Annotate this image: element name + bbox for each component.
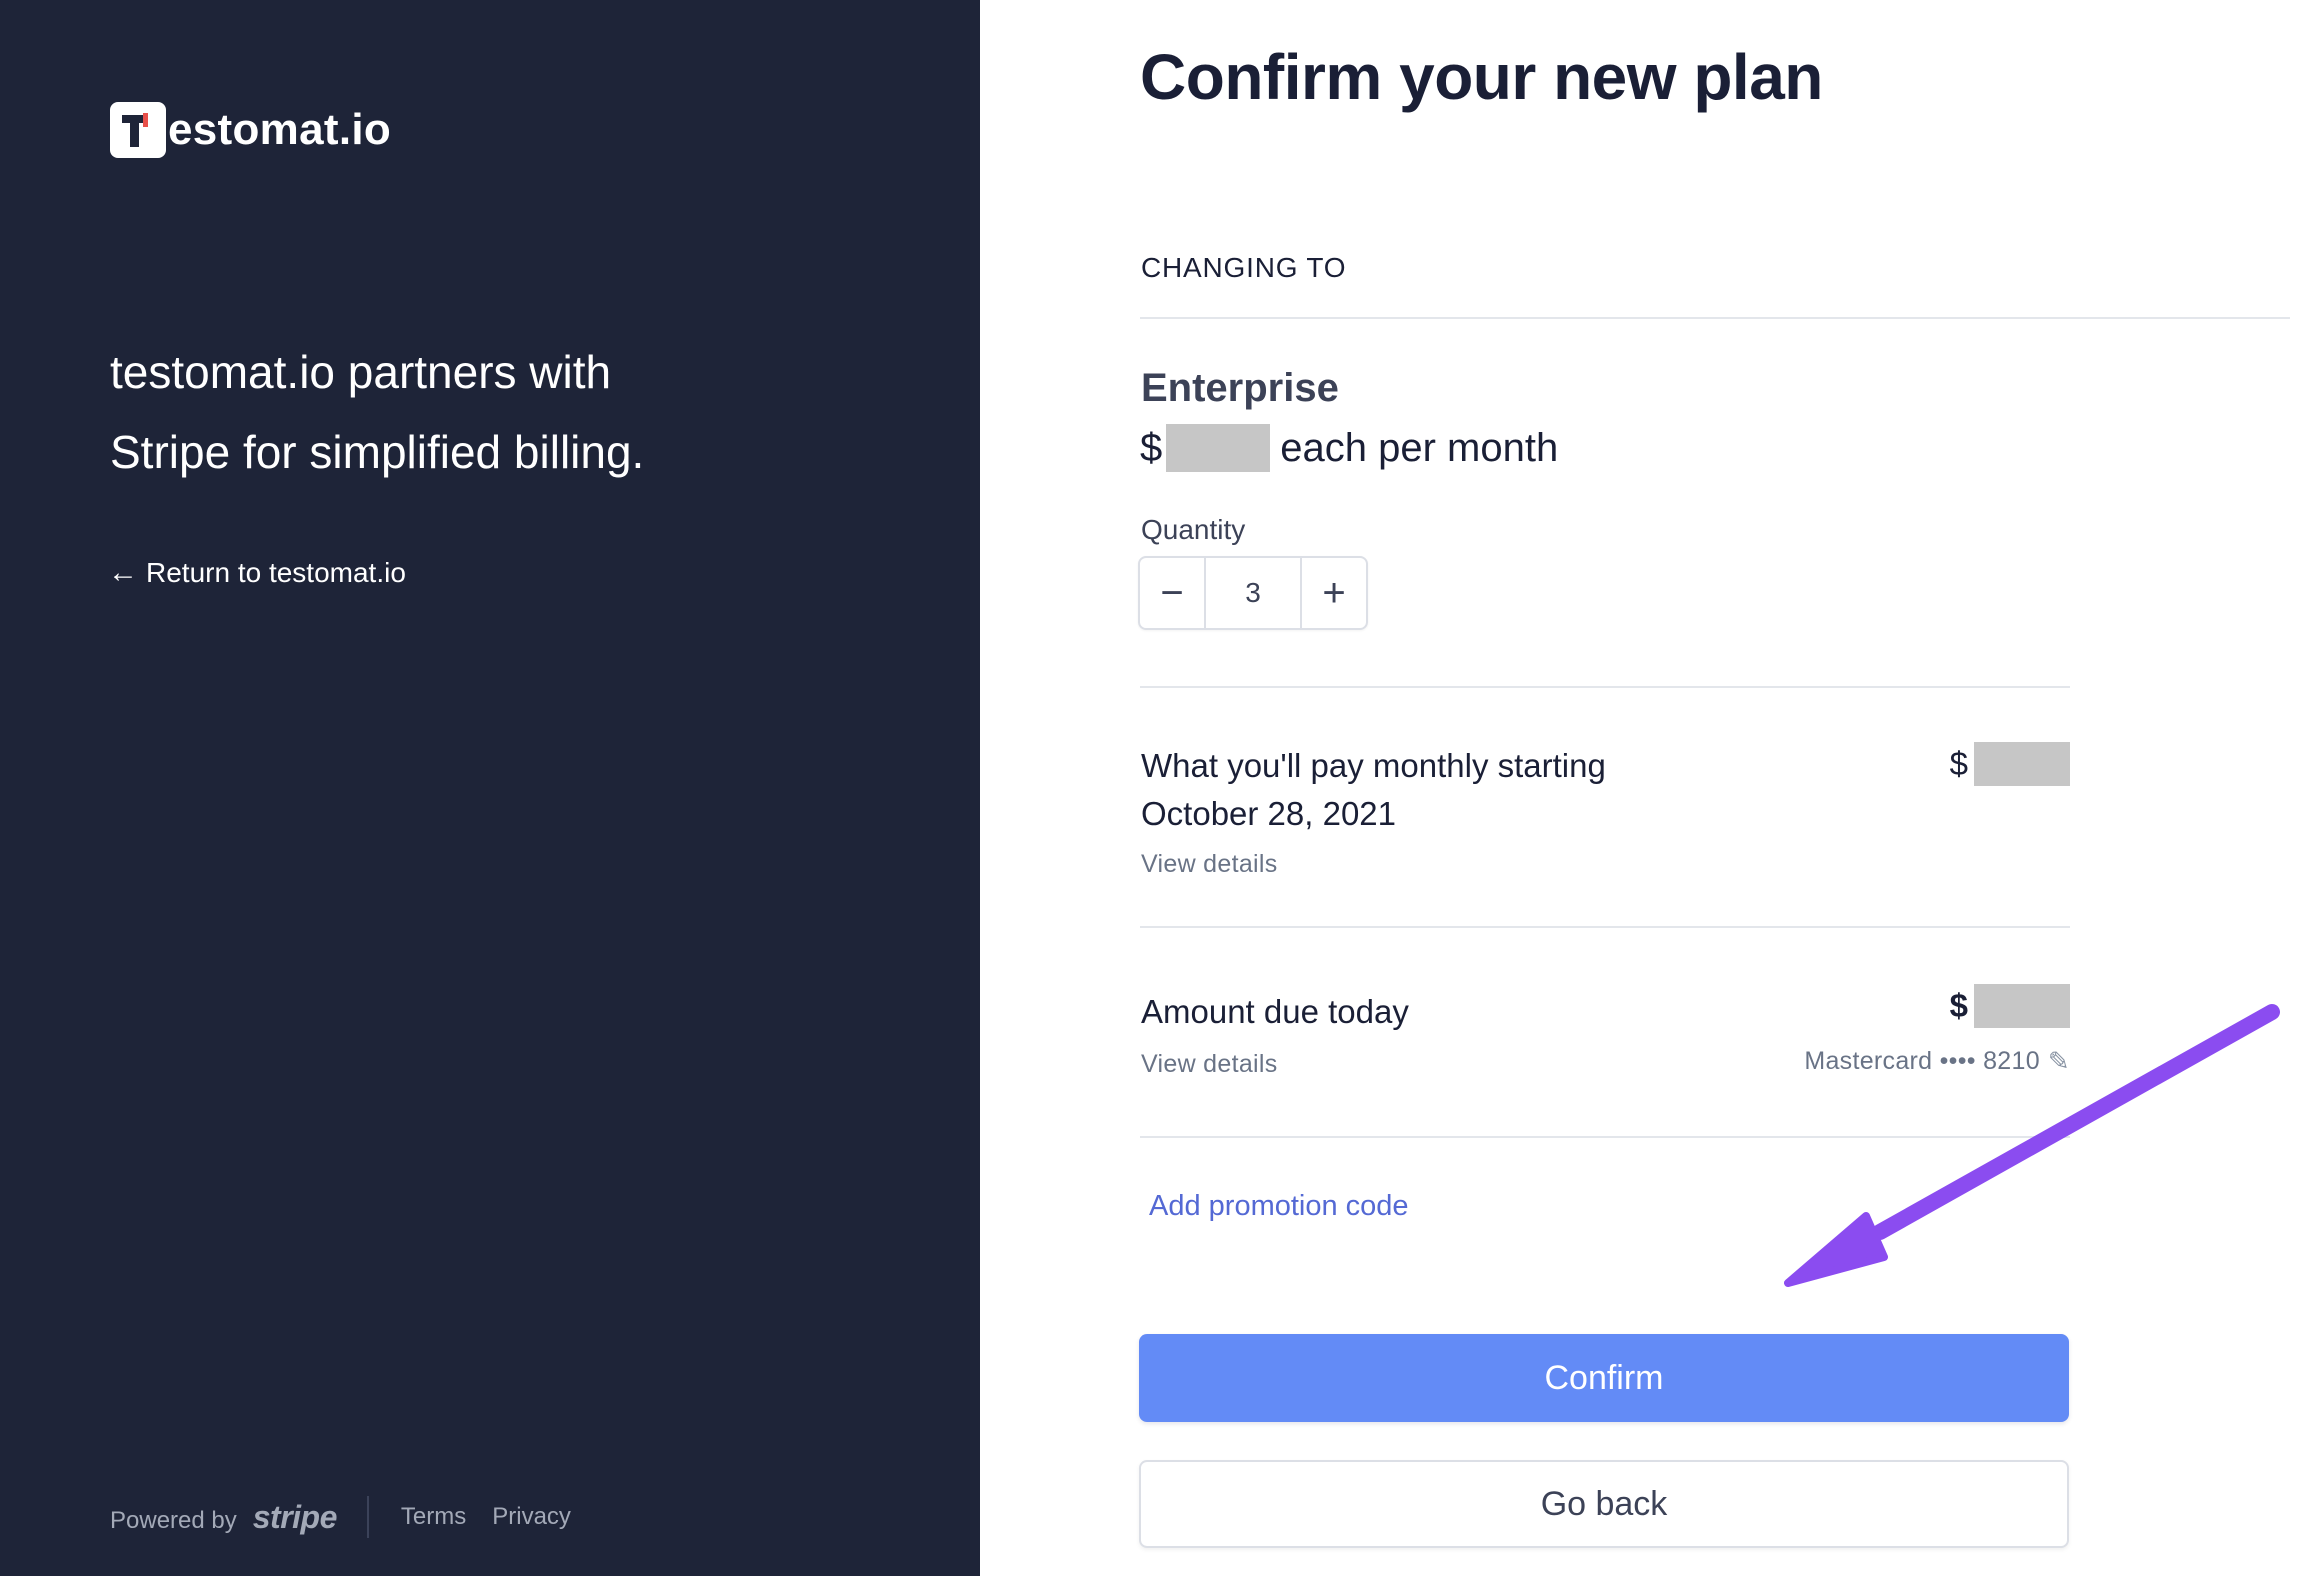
pencil-icon: ✎ [2047,1046,2070,1076]
divider [1140,317,2290,319]
divider [1140,686,2070,688]
monthly-label-line-1: What you'll pay monthly starting [1141,747,1606,784]
quantity-stepper: − 3 + [1138,556,1368,630]
return-link-label: Return to testomat.io [146,557,406,588]
plan-confirmation-panel: Confirm your new plan CHANGING TO Enterp… [980,0,2314,1576]
brand-panel: estomat.io testomat.io partners with Str… [0,0,980,1576]
price-suffix: each per month [1280,425,1559,470]
stripe-logo: stripe [252,1498,338,1535]
logo-text: estomat.io [168,105,392,154]
plan-price: $ each per month [1140,424,1558,472]
increment-button[interactable]: + [1302,558,1366,628]
monthly-view-details-link[interactable]: View details [1141,850,1278,879]
divider [1140,1136,2070,1138]
footer-divider [366,1496,369,1538]
price-currency: $ [1140,425,1163,470]
return-link[interactable]: ← Return to testomat.io [108,556,406,590]
redacted-monthly-amount [1974,742,2070,786]
monthly-payment-label: What you'll pay monthly starting October… [1141,742,1606,838]
testomat-logo: estomat.io [110,102,391,158]
card-label: Mastercard •••• 8210 [1804,1047,2040,1075]
plan-name: Enterprise [1141,366,1339,410]
amount-due-value: $ [1950,984,2070,1028]
redacted-due-amount [1974,984,2070,1028]
due-currency: $ [1949,987,1968,1024]
powered-by-label: Powered by [110,1506,237,1534]
add-promotion-code-link[interactable]: Add promotion code [1149,1190,1409,1223]
page-title: Confirm your new plan [1140,41,1823,113]
redacted-price [1166,424,1271,472]
tagline-line-2: Stripe for simplified billing. [110,426,645,478]
testomat-logo-icon [110,102,166,158]
monthly-amount: $ [1950,742,2070,786]
monthly-label-line-2: October 28, 2021 [1141,795,1397,832]
go-back-button[interactable]: Go back [1139,1460,2069,1548]
amount-due-label: Amount due today [1141,993,1409,1030]
terms-link[interactable]: Terms [401,1503,466,1531]
quantity-label: Quantity [1141,514,1246,545]
quantity-input[interactable]: 3 [1204,558,1302,628]
decrement-button[interactable]: − [1140,558,1204,628]
due-view-details-link[interactable]: View details [1141,1050,1278,1079]
privacy-link[interactable]: Privacy [492,1503,571,1531]
arrow-left-icon: ← [108,556,138,589]
brand-tagline: testomat.io partners with Stripe for sim… [110,332,810,492]
powered-by-stripe[interactable]: Powered by stripe [110,1499,337,1536]
confirm-button[interactable]: Confirm [1139,1334,2069,1422]
monthly-currency: $ [1949,745,1968,782]
minus-icon: − [1160,570,1184,615]
tagline-line-1: testomat.io partners with [110,346,612,398]
section-heading: CHANGING TO [1141,252,1347,283]
payment-card[interactable]: Mastercard •••• 8210 ✎ [1804,1046,2070,1077]
divider [1140,926,2070,928]
plus-icon: + [1322,570,1346,615]
footer: Powered by stripe Terms Privacy [110,1496,597,1538]
checkout-page: estomat.io testomat.io partners with Str… [0,0,2314,1576]
